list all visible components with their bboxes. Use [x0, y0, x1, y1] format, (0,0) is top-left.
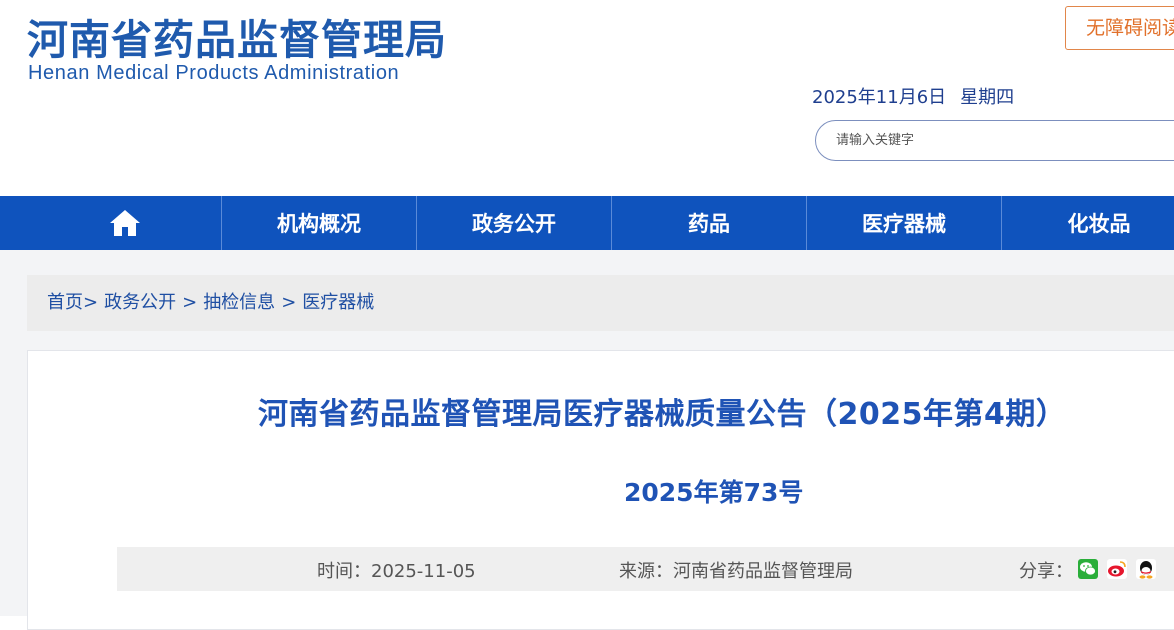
article-meta-bar: 时间：2025-11-05 来源：河南省药品监督管理局 分享：: [117, 547, 1174, 591]
search-input[interactable]: [816, 121, 1156, 160]
nav-item-yaopin[interactable]: 药品: [612, 196, 806, 250]
nav-item-zhengwu[interactable]: 政务公开: [417, 196, 611, 250]
site-logo-subtitle: Henan Medical Products Administration: [28, 62, 400, 84]
main-nav: 机构概况 政务公开 药品 医疗器械 化妆品: [0, 196, 1174, 250]
breadcrumb-separator: >: [182, 292, 198, 313]
breadcrumb-choujian[interactable]: 抽检信息: [203, 292, 275, 313]
nav-home[interactable]: [28, 196, 221, 250]
nav-item-jigou[interactable]: 机构概况: [222, 196, 416, 250]
source-value: 河南省药品监督管理局: [673, 561, 853, 582]
article-source: 来源：河南省药品监督管理局: [619, 557, 853, 583]
site-header: 河南省药品监督管理局 Henan Medical Products Admini…: [0, 0, 1174, 196]
breadcrumb-separator: >: [83, 292, 99, 313]
home-icon: [109, 210, 140, 236]
breadcrumb-home[interactable]: 首页: [47, 292, 83, 313]
article-panel: 河南省药品监督管理局医疗器械质量公告（2025年第4期） 2025年第73号 时…: [27, 350, 1174, 630]
nav-item-huazhuangpin[interactable]: 化妆品: [1002, 196, 1174, 250]
breadcrumb-zhengwu[interactable]: 政务公开: [104, 292, 176, 313]
weibo-icon[interactable]: [1107, 559, 1127, 579]
share-label: 分享：: [1019, 561, 1073, 582]
breadcrumb-separator: >: [281, 292, 297, 313]
breadcrumb: 首页> 政务公开 > 抽检信息 > 医疗器械: [27, 275, 1174, 331]
current-date: 2025年11月6日 星期四: [812, 83, 1014, 109]
wechat-icon[interactable]: [1078, 559, 1098, 579]
search-box: [815, 120, 1174, 161]
accessibility-button[interactable]: 无障碍阅读: [1065, 6, 1174, 50]
nav-item-qixie[interactable]: 医疗器械: [807, 196, 1001, 250]
site-logo-title[interactable]: 河南省药品监督管理局: [27, 14, 447, 66]
time-value: 2025-11-05: [371, 561, 476, 582]
qq-icon[interactable]: [1136, 559, 1156, 579]
publish-time: 时间：2025-11-05: [317, 557, 476, 583]
breadcrumb-qixie[interactable]: 医疗器械: [302, 292, 374, 313]
article-title: 河南省药品监督管理局医疗器械质量公告（2025年第4期）: [258, 397, 1067, 432]
source-label: 来源：: [619, 561, 673, 582]
date-text: 2025年11月6日: [812, 87, 947, 108]
weekday-text: 星期四: [960, 87, 1015, 108]
time-label: 时间：: [317, 561, 371, 582]
document-number: 2025年第73号: [624, 478, 804, 507]
